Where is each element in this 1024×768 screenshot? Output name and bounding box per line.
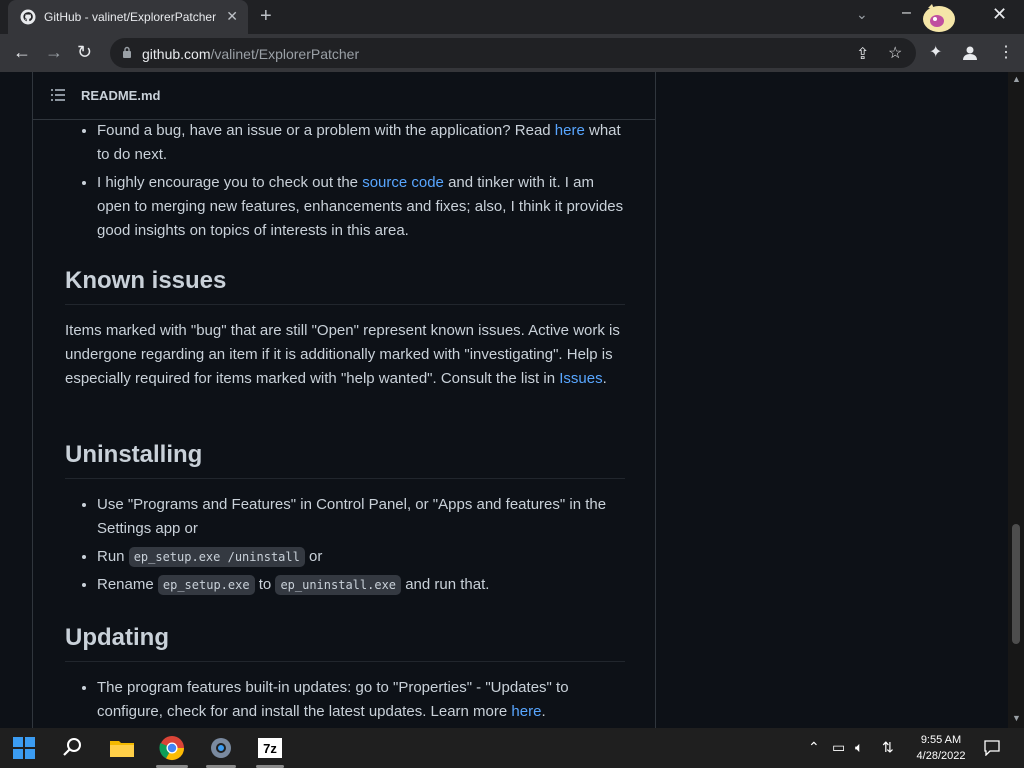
known-issues-section: Known issues Items marked with "bug" tha… (65, 264, 625, 391)
uninstall-filename-code: ep_uninstall.exe (275, 575, 402, 595)
list-item-text: and run that. (401, 576, 490, 593)
page-content: README.md Found a bug, have an issue or … (0, 72, 1008, 728)
clock-date: 4/28/2022 (916, 750, 966, 762)
readme-filename: README.md (81, 88, 161, 103)
known-issues-heading: Known issues (65, 264, 625, 305)
network-icon[interactable]: ▭ (832, 739, 845, 756)
list-item-text: or (304, 548, 323, 565)
file-explorer-icon[interactable] (108, 734, 136, 762)
lock-icon (123, 46, 131, 58)
list-item-text: Use "Programs and Features" in Control P… (97, 496, 607, 537)
list-item-text: I highly encourage you to check out the (97, 174, 363, 191)
issues-link[interactable]: Issues (559, 370, 602, 387)
list-item-text: . (541, 703, 546, 720)
source-code-link[interactable]: source code (362, 174, 444, 191)
extension-mascot-image (923, 4, 955, 32)
close-icon[interactable]: ✕ (226, 8, 238, 25)
clock-time: 9:55 AM (920, 734, 962, 746)
search-icon[interactable] (58, 734, 86, 762)
volume-icon[interactable]: 🔈︎ (855, 739, 863, 756)
updating-section: Updating The program features built-in u… (65, 621, 625, 728)
updates-learn-more-link[interactable]: here (511, 703, 541, 720)
back-icon[interactable]: ← (13, 42, 31, 63)
extensions-icon[interactable]: ✦ (929, 42, 942, 62)
chrome-icon[interactable] (158, 734, 186, 762)
tab-strip: GitHub - valinet/ExplorerPatcher ✕ + ⌄ –… (0, 0, 1024, 34)
page-scrollbar[interactable]: ▲ ▼ (1008, 72, 1024, 728)
updating-heading: Updating (65, 621, 625, 662)
taskbar-clock[interactable]: 9:55 AM 4/28/2022 (906, 732, 976, 764)
list-item-text: The program features built-in updates: g… (97, 679, 569, 720)
list-item: Found a bug, have an issue or a problem … (97, 119, 625, 167)
list-item-text: Found a bug, have an issue or a problem … (97, 122, 555, 139)
7zip-icon[interactable]: 7z (256, 734, 284, 762)
scroll-down-arrow[interactable]: ▼ (1012, 713, 1021, 723)
known-issues-paragraph: Items marked with "bug" that are still "… (65, 319, 625, 391)
minimize-button[interactable]: – (902, 4, 911, 22)
close-window-button[interactable]: ✕ (992, 4, 1007, 25)
uninstalling-heading: Uninstalling (65, 438, 625, 479)
list-item-text: to (254, 576, 276, 593)
uninstall-command: ep_setup.exe /uninstall (128, 547, 305, 567)
contributing-list: Found a bug, have an issue or a problem … (65, 119, 625, 247)
address-bar[interactable]: github.com/valinet/ExplorerPatcher ⇪ ☆ (110, 38, 916, 68)
readme-panel: README.md Found a bug, have an issue or … (32, 72, 656, 728)
settings-icon[interactable] (207, 734, 235, 762)
list-item-text: Run (97, 548, 129, 565)
star-icon[interactable]: ☆ (888, 43, 902, 63)
scrollbar-thumb[interactable] (1012, 524, 1020, 644)
url-path: /valinet/ExplorerPatcher (210, 46, 360, 62)
setup-filename-code: ep_setup.exe (157, 575, 255, 595)
url-host: github.com (142, 46, 211, 62)
svg-text:7z: 7z (263, 741, 277, 756)
notification-icon[interactable] (984, 740, 1000, 756)
windows-taskbar: 7z ⌃ ▭ 🔈︎ ⇅ 9:55 AM 4/28/2022 (0, 728, 1024, 768)
more-icon[interactable]: ⋮ (998, 42, 1014, 62)
plus-icon[interactable]: + (260, 5, 272, 28)
list-item: Rename ep_setup.exe to ep_uninstall.exe … (97, 573, 625, 597)
tab-title: GitHub - valinet/ExplorerPatcher (44, 10, 217, 24)
browser-tab[interactable]: GitHub - valinet/ExplorerPatcher ✕ (8, 0, 248, 34)
list-icon[interactable] (51, 89, 65, 101)
scroll-up-arrow[interactable]: ▲ (1012, 74, 1021, 84)
uninstalling-section: Uninstalling Use "Programs and Features"… (65, 438, 625, 601)
share-icon[interactable]: ⇪ (856, 44, 869, 64)
windows-start-icon[interactable] (10, 734, 38, 762)
readme-header: README.md (33, 72, 655, 120)
url-text: github.com/valinet/ExplorerPatcher (142, 46, 359, 62)
github-icon (20, 9, 36, 25)
bug-help-link[interactable]: here (555, 122, 585, 139)
forward-icon[interactable]: → (45, 42, 63, 63)
chevron-down-icon[interactable]: ⌄ (856, 6, 868, 23)
list-item: I highly encourage you to check out the … (97, 171, 625, 243)
list-item: Run ep_setup.exe /uninstall or (97, 545, 625, 569)
profile-icon[interactable] (961, 44, 979, 62)
paragraph-text: . (602, 370, 607, 387)
input-settings-icon[interactable]: ⇅ (882, 739, 894, 756)
chevron-up-icon[interactable]: ⌃ (808, 739, 820, 756)
list-item-text: Rename (97, 576, 158, 593)
list-item: The program features built-in updates: g… (97, 676, 625, 724)
browser-toolbar: ← → ↻ github.com/valinet/ExplorerPatcher… (0, 34, 1024, 72)
paragraph-text: Items marked with "bug" that are still "… (65, 322, 620, 387)
list-item: Use "Programs and Features" in Control P… (97, 493, 625, 541)
reload-icon[interactable]: ↻ (77, 42, 92, 63)
